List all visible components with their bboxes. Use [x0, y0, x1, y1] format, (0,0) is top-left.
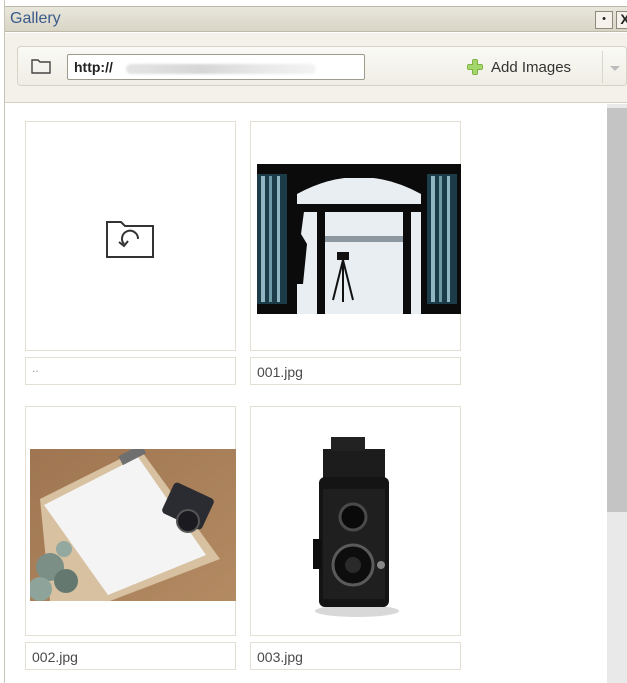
window-title: Gallery: [10, 10, 61, 27]
item-caption: 002.jpg: [25, 642, 236, 670]
toolbar-divider: [602, 51, 603, 83]
pin-button[interactable]: •: [595, 11, 613, 29]
photo-window-silhouette: [257, 164, 461, 314]
thumbnail[interactable]: [250, 121, 461, 351]
gallery-grid: .. 001.jpg 002.jpg 003.jpg: [5, 104, 627, 683]
thumbnail[interactable]: [250, 406, 461, 636]
gallery-window: Gallery • X http:// Add Images .. 001.jp…: [4, 0, 627, 683]
photo-vintage-camera: [291, 419, 421, 629]
scrollbar-thumb[interactable]: [607, 108, 627, 512]
item-caption: 001.jpg: [250, 357, 461, 385]
thumbnail[interactable]: [25, 121, 236, 351]
toolbar-panel: http:// Add Images: [17, 46, 627, 86]
thumbnail[interactable]: [25, 406, 236, 636]
url-text: http://: [74, 59, 113, 75]
close-button[interactable]: X: [616, 11, 627, 29]
chevron-down-icon[interactable]: [608, 61, 622, 73]
item-caption: ..: [25, 357, 236, 385]
toolbar: http:// Add Images: [5, 33, 627, 103]
vertical-scrollbar[interactable]: [607, 104, 627, 683]
folder-up-icon: [106, 221, 154, 258]
plus-icon: [467, 59, 483, 75]
title-bar: Gallery • X: [5, 6, 627, 32]
folder-icon[interactable]: [30, 57, 52, 75]
add-images-button[interactable]: Add Images: [466, 55, 571, 79]
item-caption: 003.jpg: [250, 642, 461, 670]
add-images-label: Add Images: [491, 58, 572, 76]
url-redacted: [126, 64, 316, 74]
photo-clipboard-camera: [30, 449, 236, 601]
